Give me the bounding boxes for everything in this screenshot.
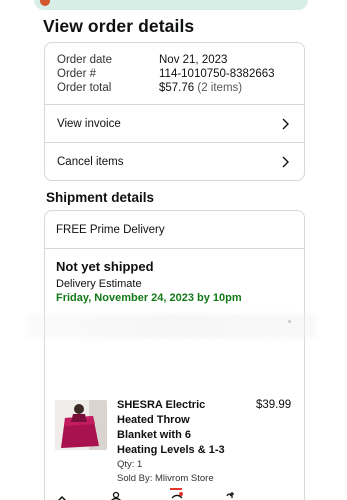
redacted-mark — [288, 320, 291, 323]
app-badge-icon — [40, 0, 50, 6]
product-item[interactable]: SHESRA Electric Heated Throw Blanket wit… — [55, 398, 305, 488]
top-banner — [34, 0, 308, 10]
menu-icon[interactable] — [280, 490, 294, 500]
chevron-right-icon — [278, 117, 292, 131]
cart-icon[interactable] — [170, 487, 184, 500]
bottom-navigation — [34, 486, 308, 500]
product-title[interactable]: SHESRA Electric Heated Throw Blanket wit… — [117, 398, 232, 458]
order-total-label: Order total — [57, 82, 112, 94]
chevron-right-icon — [278, 155, 292, 169]
order-number-row: Order # 114-1010750-8382663 — [57, 67, 292, 81]
cancel-items-label: Cancel items — [57, 156, 124, 168]
view-invoice-link[interactable]: View invoice — [45, 105, 304, 143]
product-price: $39.99 — [256, 399, 292, 411]
shipment-status: Not yet shipped Delivery Estimate Friday… — [45, 249, 304, 304]
order-item-count: (2 items) — [197, 82, 243, 94]
delivery-type: FREE Prime Delivery — [45, 211, 304, 249]
order-total-value-wrap: $57.76 (2 items) — [159, 81, 242, 95]
order-date-value: Nov 21, 2023 — [159, 54, 228, 66]
cancel-items-link[interactable]: Cancel items — [45, 143, 304, 181]
order-number-label: Order # — [57, 68, 96, 80]
delivery-estimate-label: Delivery Estimate — [56, 278, 142, 290]
order-number-value: 114-1010750-8382663 — [159, 68, 275, 80]
page-title: View order details — [43, 16, 195, 36]
product-seller: Sold By: Mlivrom Store — [117, 473, 214, 484]
order-date-row: Order date Nov 21, 2023 — [57, 53, 292, 67]
view-invoice-label: View invoice — [57, 117, 121, 130]
order-total-value: $57.76 — [159, 82, 195, 94]
redacted-region — [26, 314, 316, 338]
order-total-row: Order total $57.76 (2 items) — [57, 81, 292, 95]
home-icon[interactable] — [56, 490, 68, 500]
product-image[interactable] — [55, 400, 107, 450]
shipment-details-heading: Shipment details — [46, 190, 155, 205]
order-info: Order date Nov 21, 2023 Order # 114-1010… — [45, 43, 304, 105]
order-summary-card: Order date Nov 21, 2023 Order # 114-1010… — [44, 42, 305, 181]
shipment-status-title: Not yet shipped — [56, 259, 154, 274]
product-quantity: Qty: 1 — [117, 459, 143, 470]
delivery-estimate-date: Friday, November 24, 2023 by 10pm — [56, 292, 242, 304]
notifications-icon[interactable] — [224, 489, 238, 500]
order-date-label: Order date — [57, 54, 112, 66]
account-icon[interactable] — [110, 488, 122, 500]
